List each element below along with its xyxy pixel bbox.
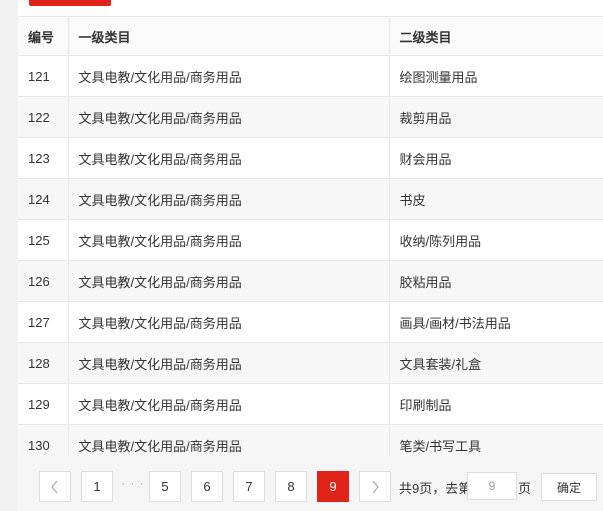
table-row: 126 文具电教/文化用品/商务用品 胶粘用品 (18, 260, 603, 302)
cell-level2: 印刷制品 (389, 383, 603, 425)
cell-level1: 文具电教/文化用品/商务用品 (68, 137, 390, 179)
total-pages-text: 共9页，去第 (399, 481, 472, 496)
red-action-button-partial[interactable] (29, 0, 111, 6)
page-unit-label: 页 (518, 481, 532, 496)
table-header-row: 编号 一级类目 二级类目 (18, 16, 603, 56)
page-button[interactable]: 8 (275, 471, 307, 502)
column-header-id: 编号 (18, 16, 69, 56)
cell-level1: 文具电教/文化用品/商务用品 (68, 301, 390, 343)
chevron-left-icon (51, 480, 58, 493)
cell-id: 126 (18, 260, 69, 302)
prev-page-button[interactable] (39, 471, 71, 502)
cell-level1: 文具电教/文化用品/商务用品 (68, 260, 390, 302)
cell-id: 129 (18, 383, 69, 425)
page-button-first[interactable]: 1 (81, 471, 113, 502)
table-row: 123 文具电教/文化用品/商务用品 财会用品 (18, 137, 603, 179)
cell-level1: 文具电教/文化用品/商务用品 (68, 96, 390, 138)
cell-level2: 裁剪用品 (389, 96, 603, 138)
category-table: 编号 一级类目 二级类目 121 文具电教/文化用品/商务用品 绘图测量用品 122 文… (18, 16, 603, 466)
cell-level2: 财会用品 (389, 137, 603, 179)
cell-level2: 书皮 (389, 178, 603, 220)
cell-level2: 绘图测量用品 (389, 55, 603, 97)
cell-level1: 文具电教/文化用品/商务用品 (68, 342, 390, 384)
chevron-right-icon (372, 480, 379, 493)
page-button[interactable]: 5 (149, 471, 181, 502)
cell-id: 125 (18, 219, 69, 261)
table-row: 128 文具电教/文化用品/商务用品 文具套装/礼盒 (18, 342, 603, 384)
cell-id: 128 (18, 342, 69, 384)
table-row: 129 文具电教/文化用品/商务用品 印刷制品 (18, 383, 603, 425)
column-header-level2: 二级类目 (389, 16, 603, 56)
page-button[interactable]: 6 (191, 471, 223, 502)
table-row: 127 文具电教/文化用品/商务用品 画具/画材/书法用品 (18, 301, 603, 343)
goto-page-input[interactable] (467, 472, 517, 500)
cell-level2: 收纳/陈列用品 (389, 219, 603, 261)
cell-id: 122 (18, 96, 69, 138)
cell-level2: 胶粘用品 (389, 260, 603, 302)
cell-level1: 文具电教/文化用品/商务用品 (68, 178, 390, 220)
cell-id: 123 (18, 137, 69, 179)
column-header-level1: 一级类目 (68, 16, 390, 56)
table-row: 122 文具电教/文化用品/商务用品 裁剪用品 (18, 96, 603, 138)
cell-level1: 文具电教/文化用品/商务用品 (68, 55, 390, 97)
next-page-button[interactable] (359, 471, 391, 502)
cell-id: 127 (18, 301, 69, 343)
pagination-ellipsis: · · · (121, 476, 145, 490)
table-row: 125 文具电教/文化用品/商务用品 收纳/陈列用品 (18, 219, 603, 261)
page-button[interactable]: 7 (233, 471, 265, 502)
left-panel-edge (0, 0, 18, 511)
table-row: 124 文具电教/文化用品/商务用品 书皮 (18, 178, 603, 220)
cell-id: 124 (18, 178, 69, 220)
cell-level1: 文具电教/文化用品/商务用品 (68, 219, 390, 261)
confirm-button[interactable]: 确定 (541, 473, 597, 501)
cell-level2: 画具/画材/书法用品 (389, 301, 603, 343)
cell-level2: 文具套装/礼盒 (389, 342, 603, 384)
pagination-bar: 1 · · · 5 6 7 8 9 共9页，去第 页 确定 (18, 456, 603, 511)
page-button-current[interactable]: 9 (317, 471, 349, 502)
cell-level1: 文具电教/文化用品/商务用品 (68, 383, 390, 425)
table-row: 121 文具电教/文化用品/商务用品 绘图测量用品 (18, 55, 603, 97)
cell-id: 121 (18, 55, 69, 97)
